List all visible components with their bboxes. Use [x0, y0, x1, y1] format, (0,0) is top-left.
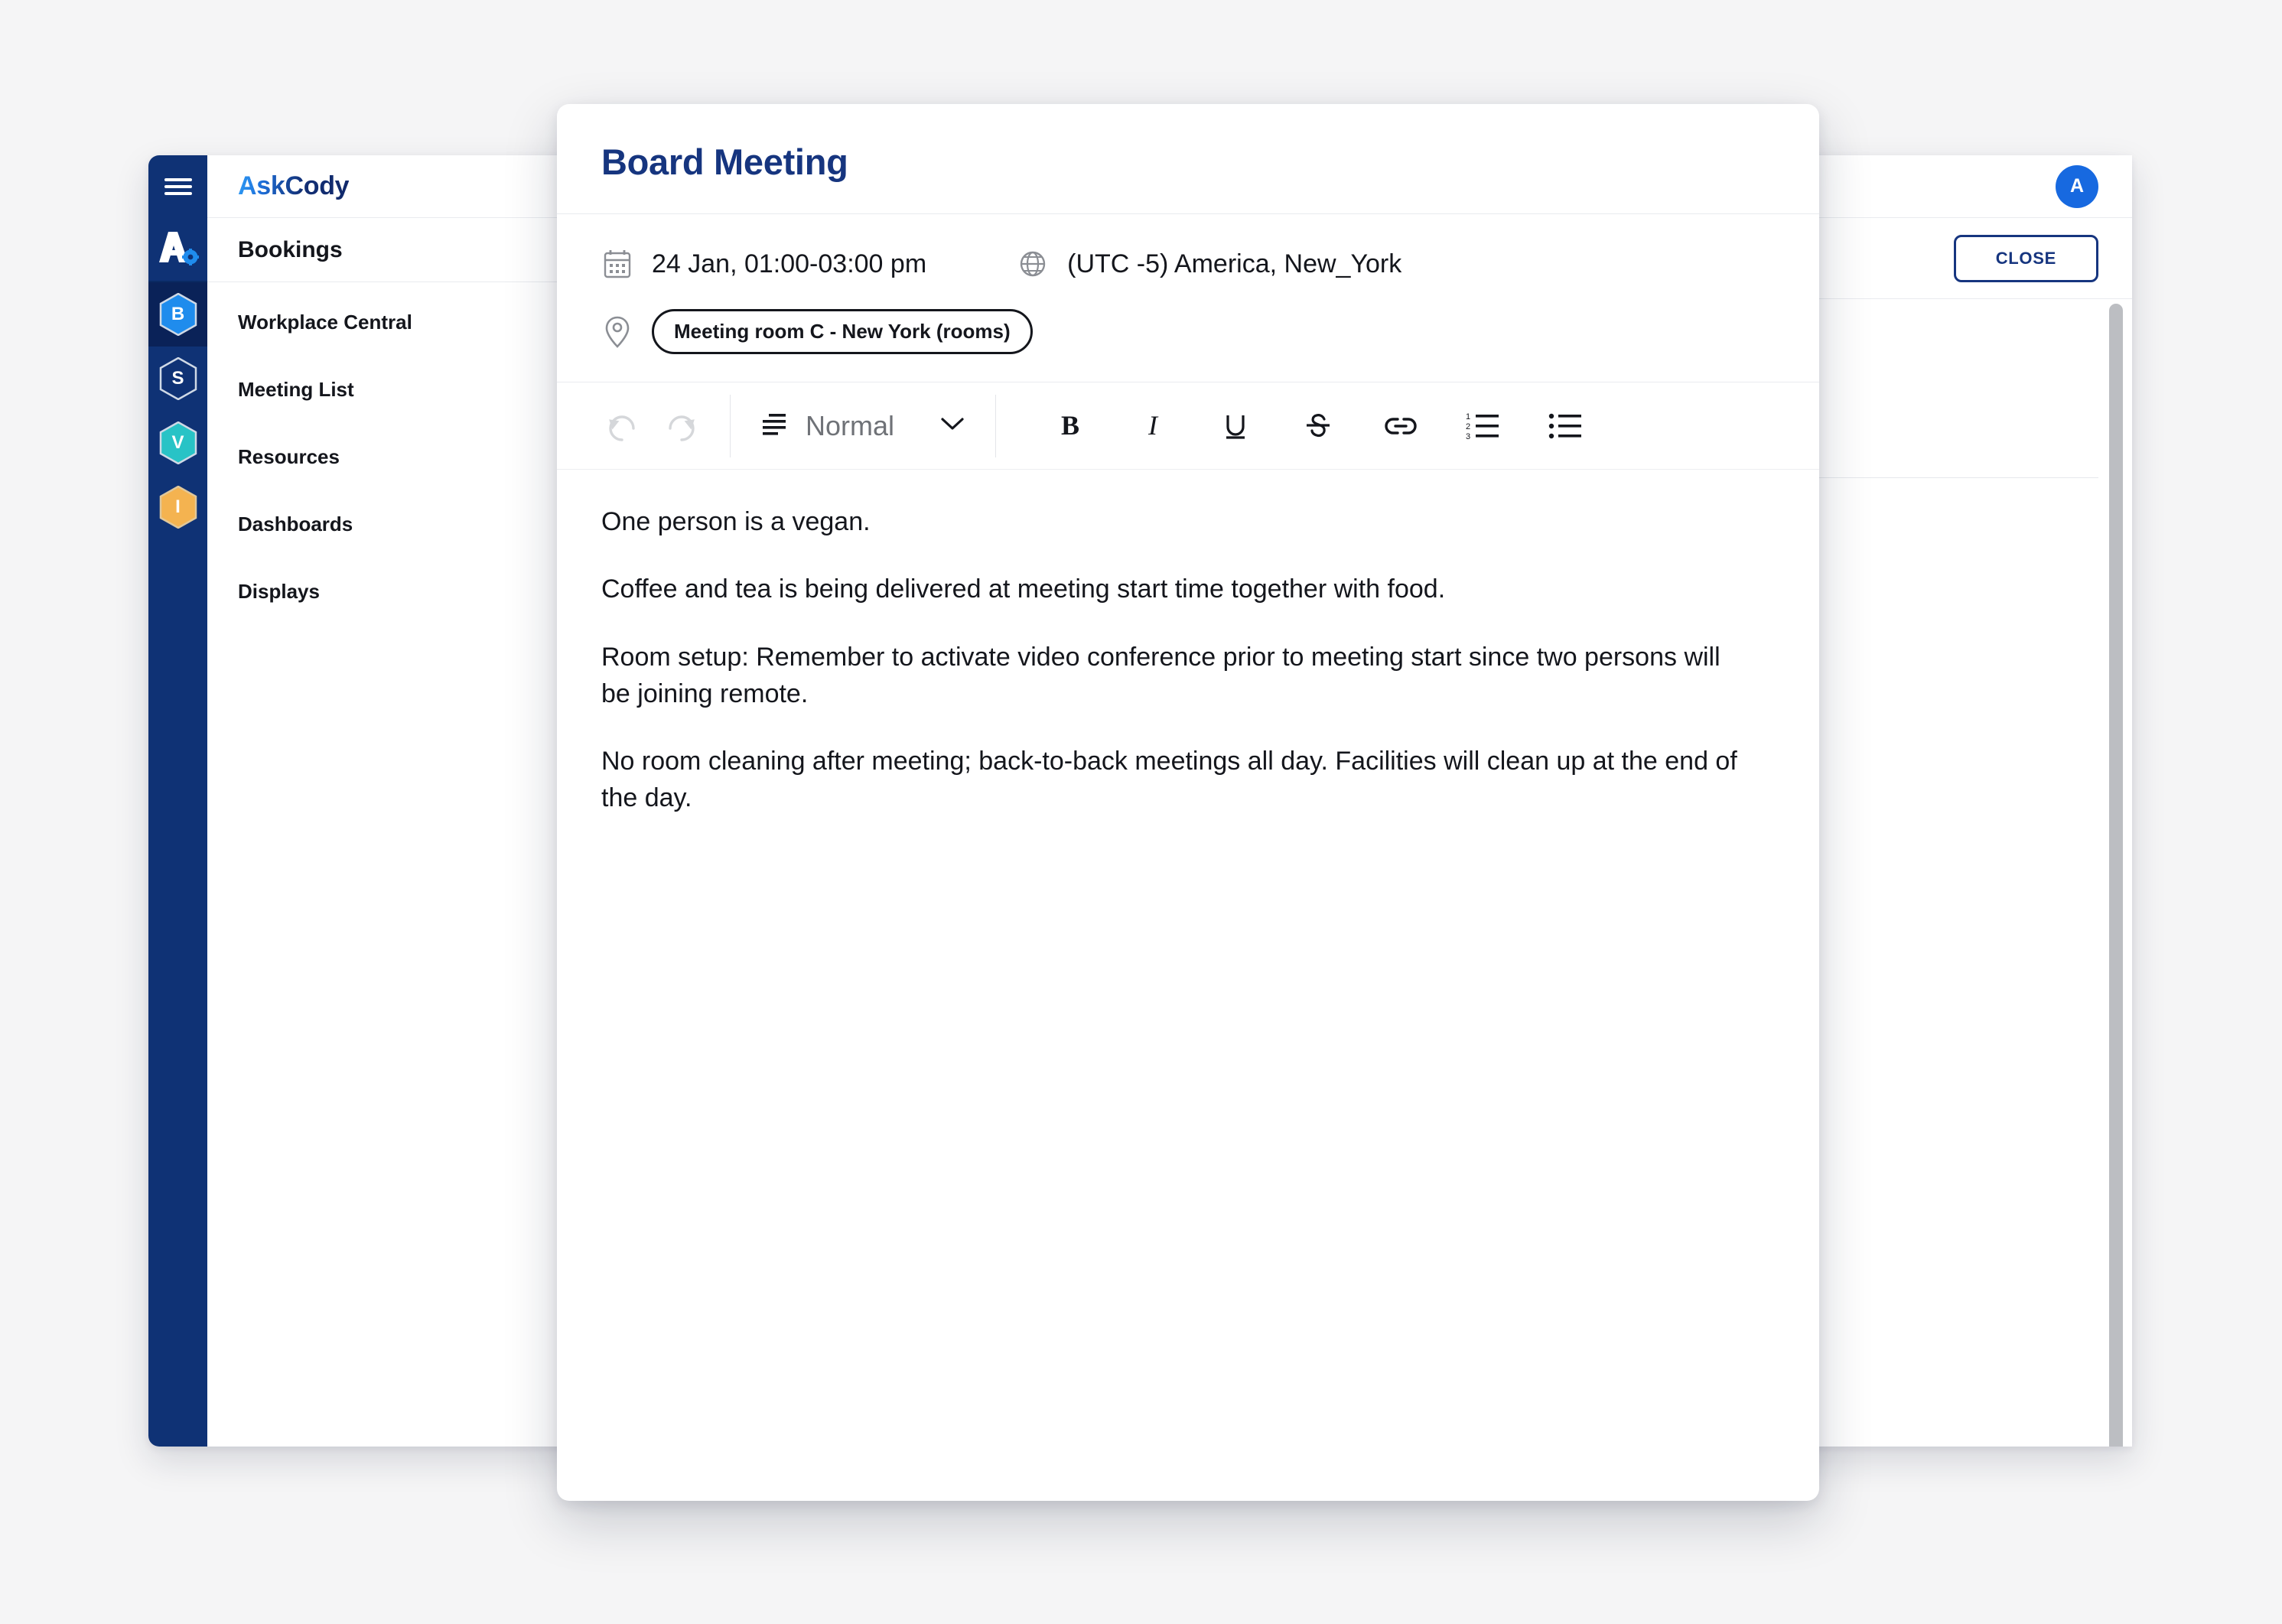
calendar-icon: [601, 248, 633, 280]
editor-toolbar: Normal B I 1 2 3: [557, 382, 1819, 470]
chevron-down-icon: [939, 415, 966, 437]
underline-button[interactable]: [1206, 396, 1265, 456]
paragraph-icon: [760, 411, 789, 441]
datetime-cell: 24 Jan, 01:00-03:00 pm: [601, 248, 926, 280]
note-paragraph: One person is a vegan.: [601, 507, 871, 536]
note-paragraph: Coffee and tea is being delivered at mee…: [601, 574, 1446, 604]
sidebar-item-label: Resources: [238, 444, 340, 468]
rail-letter: V: [171, 432, 184, 453]
meeting-timezone: (UTC -5) America, New_York: [1067, 249, 1402, 278]
sidebar-item-label: Dashboards: [238, 512, 353, 535]
room-chip[interactable]: Meeting room C - New York (rooms): [652, 309, 1033, 354]
meta-row-room: Meeting room C - New York (rooms): [601, 309, 1775, 354]
bold-icon: B: [1061, 410, 1079, 441]
bold-button[interactable]: B: [1040, 396, 1100, 456]
askcody-brand-button[interactable]: [148, 218, 207, 282]
rail-item-services[interactable]: S: [148, 347, 207, 411]
rail-item-visitors[interactable]: V: [148, 411, 207, 475]
icon-rail: B S V I: [148, 155, 207, 1447]
avatar[interactable]: A: [2056, 164, 2098, 208]
note-paragraph: No room cleaning after meeting; back-to-…: [601, 747, 1737, 813]
modal-header: Board Meeting: [557, 104, 1819, 214]
notes-editor[interactable]: One person is a vegan. Coffee and tea is…: [557, 470, 1819, 1501]
svg-text:1: 1: [1466, 412, 1470, 421]
bullet-list-icon: [1548, 413, 1582, 438]
sidebar-item-label: Workplace Central: [238, 310, 412, 334]
modal-meta: 24 Jan, 01:00-03:00 pm (UTC -5) America,…: [557, 214, 1819, 382]
paragraph-style-label: Normal: [806, 409, 895, 441]
sidebar-item-label: Meeting List: [238, 377, 354, 401]
svg-text:3: 3: [1466, 432, 1470, 441]
redo-button[interactable]: [652, 396, 711, 456]
toolbar-divider: [730, 394, 731, 457]
italic-icon: I: [1148, 410, 1159, 441]
hamburger-icon: [164, 174, 192, 199]
hexagon-v-icon: V: [159, 421, 197, 464]
undo-icon: [609, 415, 635, 441]
close-button[interactable]: CLOSE: [1953, 234, 2098, 282]
strikethrough-icon: [1307, 413, 1330, 437]
askcody-gear-icon: [158, 232, 199, 265]
screen: B S V I AskCody Bookings Workplace Centr…: [0, 0, 2282, 1624]
scrollbar-thumb[interactable]: [2109, 304, 2123, 1447]
toolbar-divider: [995, 394, 997, 457]
rail-letter: I: [175, 496, 181, 517]
meeting-datetime: 24 Jan, 01:00-03:00 pm: [652, 249, 927, 278]
ordered-list-icon: 1 2 3: [1466, 412, 1499, 441]
modal-title: Board Meeting: [601, 142, 848, 182]
note-paragraph: Room setup: Remember to activate video c…: [601, 642, 1720, 708]
location-pin-icon: [601, 316, 633, 348]
svg-text:2: 2: [1466, 422, 1470, 431]
meeting-details-modal: Board Meeting 24 Jan, 01:00-03:00 pm (UT…: [557, 104, 1819, 1501]
rail-letter: B: [171, 304, 185, 324]
rail-item-bookings[interactable]: B: [148, 282, 207, 347]
redo-icon: [669, 415, 695, 441]
undo-button[interactable]: [592, 396, 652, 456]
hamburger-menu-button[interactable]: [148, 155, 207, 218]
app-logo-text: AskCody: [238, 171, 350, 200]
scrollbar[interactable]: [2109, 299, 2123, 1447]
hexagon-i-icon: I: [159, 486, 197, 529]
italic-button[interactable]: I: [1123, 396, 1183, 456]
hexagon-s-icon: S: [159, 357, 197, 400]
globe-icon: [1017, 248, 1049, 280]
hexagon-b-icon: B: [159, 293, 197, 336]
sidebar-item-label: Displays: [238, 579, 320, 603]
rail-letter: S: [171, 368, 184, 389]
link-button[interactable]: [1371, 396, 1431, 456]
timezone-cell: (UTC -5) America, New_York: [1017, 248, 1401, 280]
svg-text:B: B: [1061, 410, 1079, 441]
ordered-list-button[interactable]: 1 2 3: [1454, 396, 1513, 456]
svg-text:I: I: [1148, 410, 1159, 441]
paragraph-style-dropdown[interactable]: Normal: [749, 410, 977, 442]
strikethrough-button[interactable]: [1288, 396, 1348, 456]
bullet-list-button[interactable]: [1536, 396, 1596, 456]
link-icon: [1385, 417, 1417, 434]
meta-row-datetime: 24 Jan, 01:00-03:00 pm (UTC -5) America,…: [601, 248, 1775, 280]
underline-icon: [1226, 415, 1245, 439]
rail-item-insights[interactable]: I: [148, 475, 207, 539]
